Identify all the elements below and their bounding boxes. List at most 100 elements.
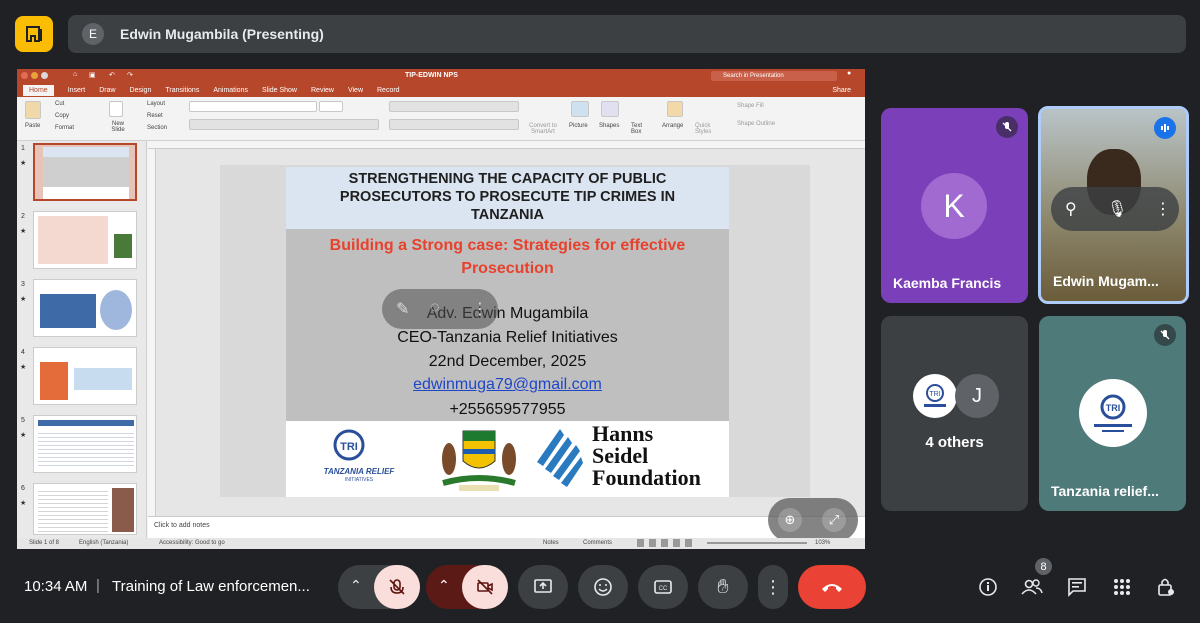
new-slide-icon[interactable] [109, 101, 123, 117]
email-link[interactable]: edwinmuga79@gmail.com [286, 376, 729, 394]
picture-icon[interactable] [571, 101, 589, 117]
shapes-button[interactable]: Shapes [599, 123, 619, 129]
slide-thumbnail-6[interactable] [33, 483, 137, 535]
font-size-select[interactable] [319, 101, 343, 112]
view-buttons[interactable] [637, 539, 697, 547]
paste-button[interactable]: Paste [25, 123, 40, 129]
captions-button[interactable]: CC [638, 565, 688, 609]
microphone-icon[interactable]: 🎙︎ [1107, 199, 1127, 219]
unpin-icon[interactable]: ✎ [396, 299, 409, 319]
pin-icon[interactable]: ⚲ [1065, 199, 1077, 219]
activities-button[interactable] [1110, 575, 1134, 599]
meet-logo-icon[interactable] [15, 16, 53, 52]
arrange-icon[interactable] [667, 101, 683, 117]
language-status[interactable]: English (Tanzania) [79, 540, 128, 546]
alignment-toolbar[interactable] [389, 119, 519, 130]
reset-button[interactable]: Reset [147, 113, 163, 119]
thumb-number: 5 [21, 417, 25, 424]
tab-record[interactable]: Record [377, 87, 400, 94]
zoom-slider[interactable] [707, 542, 807, 544]
tab-design[interactable]: Design [130, 87, 152, 94]
comments-toggle[interactable]: Comments [583, 540, 612, 546]
quick-styles-button[interactable]: Quick Styles [695, 123, 719, 135]
slide-thumbnail-3[interactable] [33, 279, 137, 337]
convert-smartart-button[interactable]: Convert to SmartArt [525, 123, 561, 135]
minimize-window-icon[interactable] [31, 72, 38, 79]
thumb-number: 4 [21, 349, 25, 356]
picture-button[interactable]: Picture [569, 123, 588, 129]
participant-tile-edwin[interactable]: ⚲ 🎙︎ ⋮ Edwin Mugam... [1038, 106, 1189, 304]
arrange-button[interactable]: Arrange [662, 123, 683, 129]
maximize-window-icon[interactable] [41, 72, 48, 79]
hand-icon: ✋︎ [717, 575, 729, 598]
camera-toggle-button[interactable] [462, 565, 508, 609]
tab-slide-show[interactable]: Slide Show [262, 87, 297, 94]
tab-draw[interactable]: Draw [99, 87, 115, 94]
cut-button[interactable]: Cut [55, 101, 64, 107]
avatar: J [955, 374, 999, 418]
mute-icon[interactable]: ◌ [430, 299, 440, 317]
format-painter-button[interactable]: Format [55, 125, 74, 131]
host-controls-button[interactable] [1154, 575, 1178, 599]
more-options-button[interactable]: ⋮ [758, 565, 788, 609]
font-family-select[interactable] [189, 101, 317, 112]
notes-toggle[interactable]: Notes [543, 540, 559, 546]
account-icon[interactable]: ● [847, 70, 851, 77]
shapes-icon[interactable] [601, 101, 619, 117]
accessibility-status[interactable]: Accessibility: Good to go [159, 540, 225, 546]
hanns-seidel-logo-icon [537, 429, 583, 495]
shape-fill-button[interactable]: Shape Fill [737, 103, 764, 109]
participant-tile-kaemba[interactable]: K Kaemba Francis [881, 108, 1028, 303]
text-box-button[interactable]: Text Box [631, 123, 651, 135]
chat-button[interactable] [1065, 575, 1089, 599]
raise-hand-button[interactable]: ✋︎ [698, 565, 748, 609]
home-icon[interactable]: ⌂ [73, 71, 77, 78]
zoom-in-icon[interactable]: ⊕ [778, 508, 802, 532]
chevron-up-icon[interactable]: ⌃ [438, 577, 450, 594]
layout-button[interactable]: Layout [147, 101, 165, 107]
zoom-level[interactable]: 103% [815, 540, 830, 546]
close-window-icon[interactable] [21, 72, 28, 79]
share-button[interactable]: Share [832, 87, 851, 94]
shape-outline-button[interactable]: Shape Outline [737, 121, 775, 127]
new-slide-button[interactable]: New Slide [105, 121, 131, 133]
slide-thumbnail-1[interactable] [33, 143, 137, 201]
presenter-role: CEO-Tanzania Relief Initiatives [397, 329, 618, 346]
mic-off-icon [1154, 324, 1176, 346]
chevron-up-icon[interactable]: ⌃ [350, 577, 362, 594]
search-input[interactable]: Search in Presentation [711, 71, 837, 81]
section-button[interactable]: Section [147, 125, 167, 131]
reactions-button[interactable] [578, 565, 628, 609]
meeting-title[interactable]: Training of Law enforcemen... [112, 578, 310, 595]
leave-call-button[interactable] [798, 565, 866, 609]
more-options-icon[interactable]: ⋮ [1155, 199, 1171, 219]
tab-transitions[interactable]: Transitions [165, 87, 199, 94]
slide-thumbnail-5[interactable] [33, 415, 137, 473]
undo-icon[interactable]: ↶ [109, 71, 115, 79]
save-icon[interactable]: ▣ [89, 71, 96, 79]
tab-insert[interactable]: Insert [68, 87, 86, 94]
star-icon: ★ [20, 364, 27, 371]
present-button[interactable] [518, 565, 568, 609]
tab-animations[interactable]: Animations [213, 87, 248, 94]
redo-icon[interactable]: ↷ [127, 71, 133, 79]
copy-button[interactable]: Copy [55, 113, 69, 119]
tab-view[interactable]: View [348, 87, 363, 94]
meeting-details-button[interactable] [976, 575, 1000, 599]
tab-home[interactable]: Home [23, 84, 54, 96]
fullscreen-icon[interactable]: ⤢ [822, 508, 846, 532]
notes-pane[interactable]: Click to add notes [148, 516, 865, 538]
people-button[interactable] [1020, 575, 1044, 599]
slide-thumbnail-4[interactable] [33, 347, 137, 405]
more-options-icon[interactable]: ⋮ [472, 299, 488, 319]
participant-tile-tanzania-relief[interactable]: TRI Tanzania relief... [1039, 316, 1186, 511]
paragraph-toolbar[interactable] [389, 101, 519, 112]
mic-toggle-button[interactable] [374, 565, 420, 609]
tab-review[interactable]: Review [311, 87, 334, 94]
camera-off-icon [477, 579, 493, 595]
paste-icon[interactable] [25, 101, 41, 119]
slide-thumbnail-2[interactable] [33, 211, 137, 269]
participant-tile-others[interactable]: TRI J 4 others [881, 316, 1028, 511]
font-format-toolbar[interactable] [189, 119, 379, 130]
star-icon: ★ [20, 228, 27, 235]
